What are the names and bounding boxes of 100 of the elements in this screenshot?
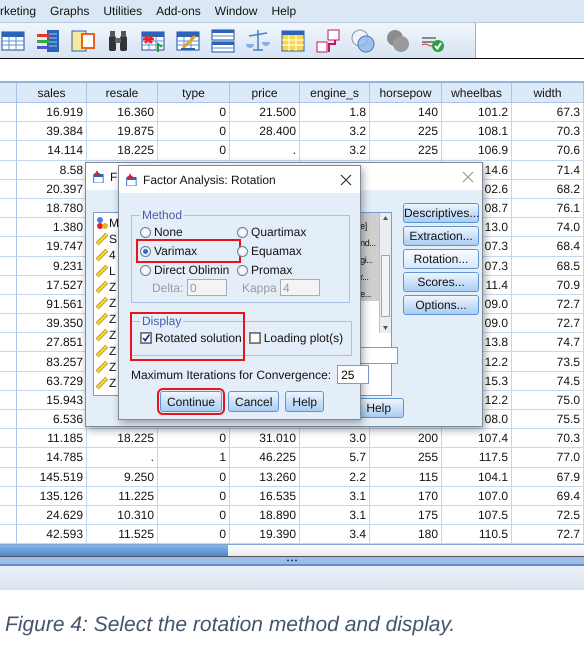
scales-icon[interactable] xyxy=(245,28,271,54)
list-item[interactable]: r... xyxy=(359,268,379,285)
column-header[interactable]: price xyxy=(230,83,300,103)
list-item[interactable]: Z xyxy=(109,376,116,390)
row-header[interactable] xyxy=(0,218,17,238)
list-item[interactable]: Z xyxy=(109,328,116,342)
row-header[interactable] xyxy=(0,160,17,180)
list-item[interactable]: Z xyxy=(109,280,116,294)
scrollbar[interactable] xyxy=(379,213,391,333)
row-header[interactable] xyxy=(0,525,17,544)
column-header[interactable]: wheelbas xyxy=(442,83,512,103)
table-cell: 70.3 xyxy=(512,429,584,448)
row-header[interactable] xyxy=(0,410,17,430)
list-icon[interactable] xyxy=(35,28,61,54)
list-item[interactable]: Z xyxy=(109,360,116,374)
row-header[interactable] xyxy=(0,180,17,199)
radio-option[interactable]: Equamax xyxy=(237,243,341,259)
dialog-button[interactable]: Continue xyxy=(160,391,222,412)
scrollbar-thumb[interactable] xyxy=(381,255,390,317)
radio-button[interactable] xyxy=(237,226,248,238)
row-header[interactable] xyxy=(0,390,17,410)
row-header[interactable] xyxy=(0,506,17,526)
checkbox[interactable] xyxy=(140,332,152,344)
row-header[interactable] xyxy=(0,103,17,122)
list-item[interactable]: Z xyxy=(109,312,116,326)
column-header[interactable]: width xyxy=(512,83,584,103)
split-table-icon[interactable] xyxy=(210,28,236,54)
dialog-button[interactable]: Options... xyxy=(403,295,479,315)
table-cell: 101.2 xyxy=(442,103,512,122)
radio-button[interactable] xyxy=(140,226,151,238)
column-header[interactable]: engine_s xyxy=(300,83,370,103)
row-header[interactable] xyxy=(0,141,17,161)
scrollbar[interactable] xyxy=(0,544,584,558)
value-labels-icon[interactable] xyxy=(315,28,341,54)
radio-option[interactable]: Quartimax xyxy=(237,224,341,240)
row-header[interactable] xyxy=(0,294,17,314)
menu-item[interactable]: Graphs xyxy=(50,4,90,18)
table-cell: 67.3 xyxy=(512,103,584,122)
checkbox-option[interactable]: Rotated solution xyxy=(140,330,242,346)
column-header[interactable]: horsepow xyxy=(370,83,442,103)
dialog-button[interactable]: Help xyxy=(285,391,324,412)
dialog-button[interactable]: Descriptives... xyxy=(403,203,479,223)
dialog-button[interactable]: Extraction... xyxy=(403,226,479,246)
dialog-button[interactable]: Cancel xyxy=(228,391,280,412)
radio-button[interactable] xyxy=(237,246,248,256)
row-header[interactable] xyxy=(0,333,17,352)
table-cell: 11.185 xyxy=(17,429,87,448)
menu-item[interactable]: Add-ons xyxy=(156,4,201,18)
column-header[interactable]: sales xyxy=(17,83,87,103)
scrollbar-thumb[interactable] xyxy=(0,545,228,556)
group-label: Display xyxy=(141,314,182,328)
list-item[interactable]: Z xyxy=(109,296,116,310)
list-item[interactable]: L xyxy=(109,264,116,278)
radio-button[interactable] xyxy=(140,246,151,256)
table-cell: 16.535 xyxy=(230,486,300,506)
radio-option[interactable]: Promax xyxy=(237,262,341,278)
list-item[interactable]: 4 xyxy=(109,248,116,262)
column-header[interactable]: resale xyxy=(87,83,158,103)
row-header[interactable] xyxy=(0,256,17,276)
table-cell: 14.785 xyxy=(17,448,87,468)
menu-item[interactable]: Utilities xyxy=(103,4,142,18)
list-item[interactable]: Z xyxy=(109,344,116,358)
row-header[interactable] xyxy=(0,486,17,506)
row-header[interactable] xyxy=(0,448,17,468)
row-header[interactable] xyxy=(0,314,17,334)
row-header[interactable] xyxy=(0,468,17,487)
radio-button[interactable] xyxy=(140,264,151,276)
checkbox-option[interactable]: Loading plot(s) xyxy=(248,330,344,346)
list-item[interactable]: nd... xyxy=(359,234,379,251)
radio-option[interactable]: Varimax xyxy=(140,243,237,259)
variable-table-icon[interactable] xyxy=(70,28,96,54)
data-table-icon[interactable] xyxy=(280,28,306,54)
menu-item[interactable]: rketing xyxy=(0,4,36,18)
checkbox[interactable] xyxy=(248,332,261,344)
nominal-variable-icon xyxy=(96,217,108,229)
input-field[interactable]: 25 xyxy=(337,365,370,384)
list-item[interactable]: M xyxy=(109,216,119,230)
row-header[interactable] xyxy=(0,429,17,448)
row-header[interactable] xyxy=(0,122,17,142)
table-cell: 19.390 xyxy=(230,525,300,544)
shaded-circles-icon[interactable] xyxy=(385,28,411,54)
dialog-button[interactable]: Scores... xyxy=(403,272,479,292)
row-header[interactable] xyxy=(0,352,17,372)
row-header[interactable] xyxy=(0,372,17,391)
radio-option[interactable]: None xyxy=(140,224,237,240)
list-item[interactable]: S xyxy=(109,232,118,246)
radio-button[interactable] xyxy=(237,264,248,276)
menu-item[interactable]: Window xyxy=(214,4,258,18)
row-header[interactable] xyxy=(0,276,17,295)
circles-icon[interactable] xyxy=(350,28,376,54)
row-header[interactable] xyxy=(0,198,17,218)
table-cell: 28.400 xyxy=(230,122,300,142)
menu-item[interactable]: Help xyxy=(271,4,296,18)
grip-icon[interactable] xyxy=(286,559,298,562)
close-icon[interactable] xyxy=(340,174,352,186)
row-header[interactable] xyxy=(0,237,17,256)
radio-option[interactable]: Direct Oblimin xyxy=(140,262,237,278)
table-cell: 0 xyxy=(158,506,230,526)
dialog-button[interactable]: Rotation... xyxy=(403,249,479,269)
column-header[interactable]: type xyxy=(158,83,230,103)
